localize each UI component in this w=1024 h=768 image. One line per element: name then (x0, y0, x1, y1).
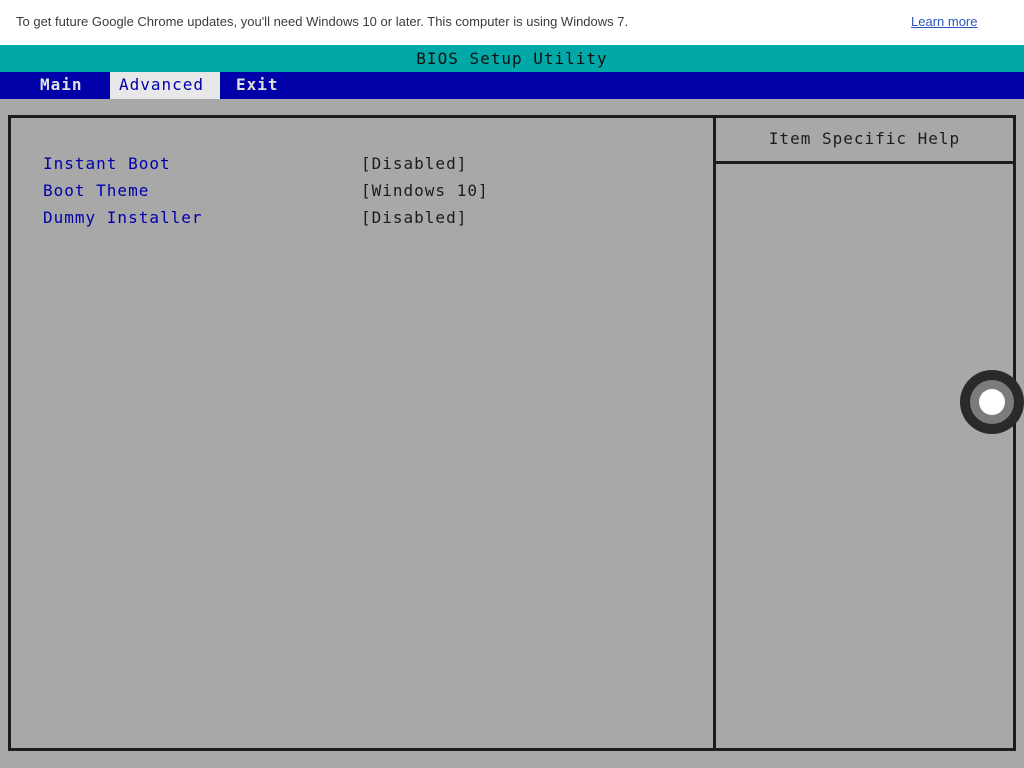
setting-value[interactable]: [Windows 10] (361, 181, 489, 200)
panel-vertical-divider (713, 118, 716, 748)
tab-exit-label: Exit (236, 75, 279, 94)
bios-title: BIOS Setup Utility (416, 49, 608, 68)
tab-advanced-label: Advanced (119, 75, 205, 94)
advanced-settings-panel: Instant Boot [Disabled] Boot Theme [Wind… (8, 115, 1016, 751)
tab-main[interactable]: Main (31, 72, 92, 99)
help-header-divider (716, 161, 1013, 164)
item-help-title: Item Specific Help (768, 129, 961, 148)
tab-advanced[interactable]: Advanced (110, 72, 220, 99)
setting-label: Boot Theme (43, 181, 150, 200)
touch-cursor-dot (979, 389, 1005, 415)
setting-value[interactable]: [Disabled] (361, 154, 467, 173)
setting-dummy-installer[interactable]: Dummy Installer [Disabled] (43, 208, 703, 232)
infobar-message: To get future Google Chrome updates, you… (16, 14, 629, 29)
tab-main-label: Main (40, 75, 83, 94)
setting-boot-theme[interactable]: Boot Theme [Windows 10] (43, 181, 703, 205)
bios-menu-bar: Main Advanced Exit (0, 72, 1024, 99)
setting-label: Dummy Installer (43, 208, 203, 227)
setting-label: Instant Boot (43, 154, 171, 173)
setting-instant-boot[interactable]: Instant Boot [Disabled] (43, 154, 703, 178)
tab-exit[interactable]: Exit (227, 72, 288, 99)
setting-value[interactable]: [Disabled] (361, 208, 467, 227)
bios-title-bar: BIOS Setup Utility (0, 45, 1024, 72)
chrome-update-infobar: To get future Google Chrome updates, you… (0, 0, 1024, 45)
touch-cursor-icon (960, 370, 1024, 434)
learn-more-link[interactable]: Learn more (911, 14, 977, 29)
